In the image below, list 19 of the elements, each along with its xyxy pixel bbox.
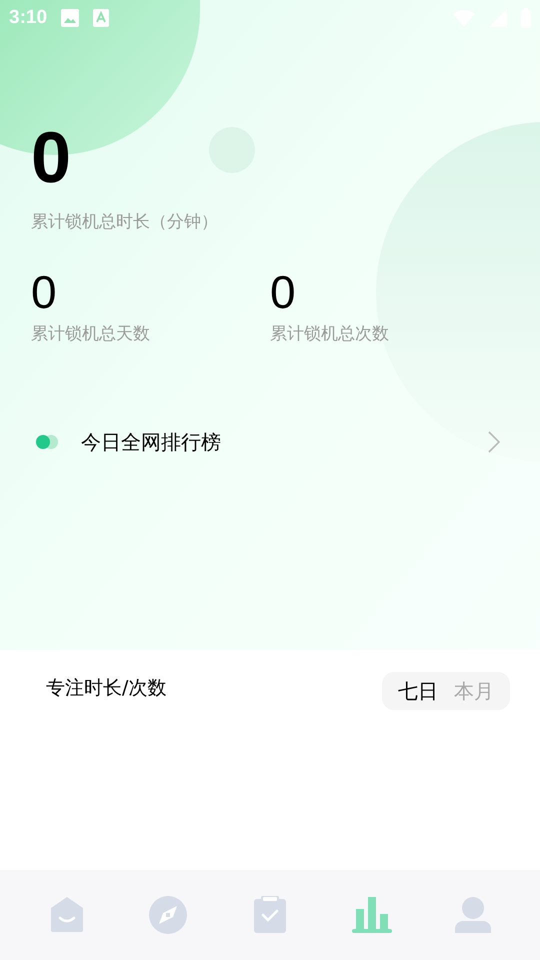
bar-chart-icon [352,896,392,934]
stat-label: 累计锁机总次数 [270,322,390,346]
chevron-right-icon [488,431,500,453]
focus-title: 专注时长/次数 [46,676,166,701]
person-icon [454,896,492,934]
image-icon [61,9,80,27]
compass-icon [149,896,188,934]
ranking-row[interactable]: 今日全网排行榜 [0,417,540,467]
clipboard-icon [252,896,287,934]
ranking-label: 今日全网排行榜 [81,429,221,456]
dots-icon [35,434,59,450]
total-duration-value: 0 [31,118,72,198]
stat-value: 0 [31,266,58,318]
period-tab[interactable]: 七日 [390,676,446,706]
keyboard-icon [93,9,110,27]
stat-value: 0 [270,266,297,318]
status-time: 3:10 [9,6,48,30]
stat-label: 累计锁机总天数 [31,322,151,346]
total-duration-label: 累计锁机总时长（分钟） [31,211,219,234]
